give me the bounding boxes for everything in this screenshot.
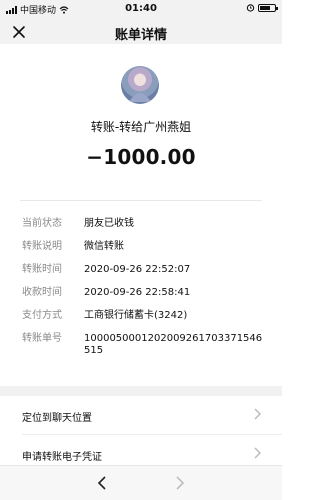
section-gap — [0, 386, 282, 396]
browser-bottom-bar — [0, 465, 282, 500]
divider — [20, 200, 262, 201]
detail-label: 转账单号 — [22, 333, 62, 344]
chevron-left-icon[interactable] — [92, 473, 112, 493]
detail-row-status: 当前状态 朋友已收钱 — [22, 218, 268, 230]
detail-value: 朋友已收钱 — [84, 218, 134, 229]
detail-label: 当前状态 — [22, 218, 62, 229]
transfer-headline: 转账-转给广州燕姐 — [90, 120, 192, 134]
chevron-right-icon[interactable] — [170, 473, 190, 493]
details-list: 当前状态 朋友已收钱 转账说明 微信转账 转账时间 2020-09-26 22:… — [22, 218, 268, 368]
navigation-bar: 账单详情 — [0, 20, 282, 44]
detail-row-payment-method: 支付方式 工商银行储蓄卡(3242) — [22, 310, 268, 322]
avatar[interactable] — [121, 66, 159, 104]
list-item-label: 申请转账电子凭证 — [22, 452, 102, 463]
detail-row-transfer-time: 转账时间 2020-09-26 22:52:07 — [22, 264, 268, 276]
detail-row-note: 转账说明 微信转账 — [22, 241, 268, 253]
detail-value: 1000050001202009261703371546515 — [84, 333, 263, 356]
battery-icon — [258, 3, 278, 12]
chevron-right-icon — [254, 408, 261, 420]
alarm-icon — [246, 4, 255, 12]
chevron-right-icon — [254, 447, 261, 459]
page-title: 账单详情 — [114, 28, 167, 43]
detail-label: 支付方式 — [22, 310, 62, 321]
detail-row-receive-time: 收款时间 2020-09-26 22:58:41 — [22, 287, 268, 299]
detail-label: 转账说明 — [22, 241, 62, 252]
detail-label: 收款时间 — [22, 287, 62, 298]
detail-value: 2020-09-26 22:52:07 — [84, 264, 191, 275]
avatar-image-icon — [129, 73, 151, 102]
status-bar: 中国移动 01:40 — [0, 0, 282, 20]
detail-row-transfer-id: 转账单号 1000050001202009261703371546515 — [22, 333, 268, 357]
list-item-label: 定位到聊天位置 — [22, 413, 92, 424]
detail-value: 微信转账 — [84, 241, 124, 252]
status-right — [246, 3, 278, 12]
transfer-amount: −1000.00 — [86, 145, 196, 169]
status-time: 01:40 — [125, 3, 157, 14]
detail-value: 工商银行储蓄卡(3242) — [84, 310, 188, 321]
detail-label: 转账时间 — [22, 264, 62, 275]
detail-value: 2020-09-26 22:58:41 — [84, 287, 191, 298]
locate-chat-button[interactable]: 定位到聊天位置 — [0, 396, 282, 434]
